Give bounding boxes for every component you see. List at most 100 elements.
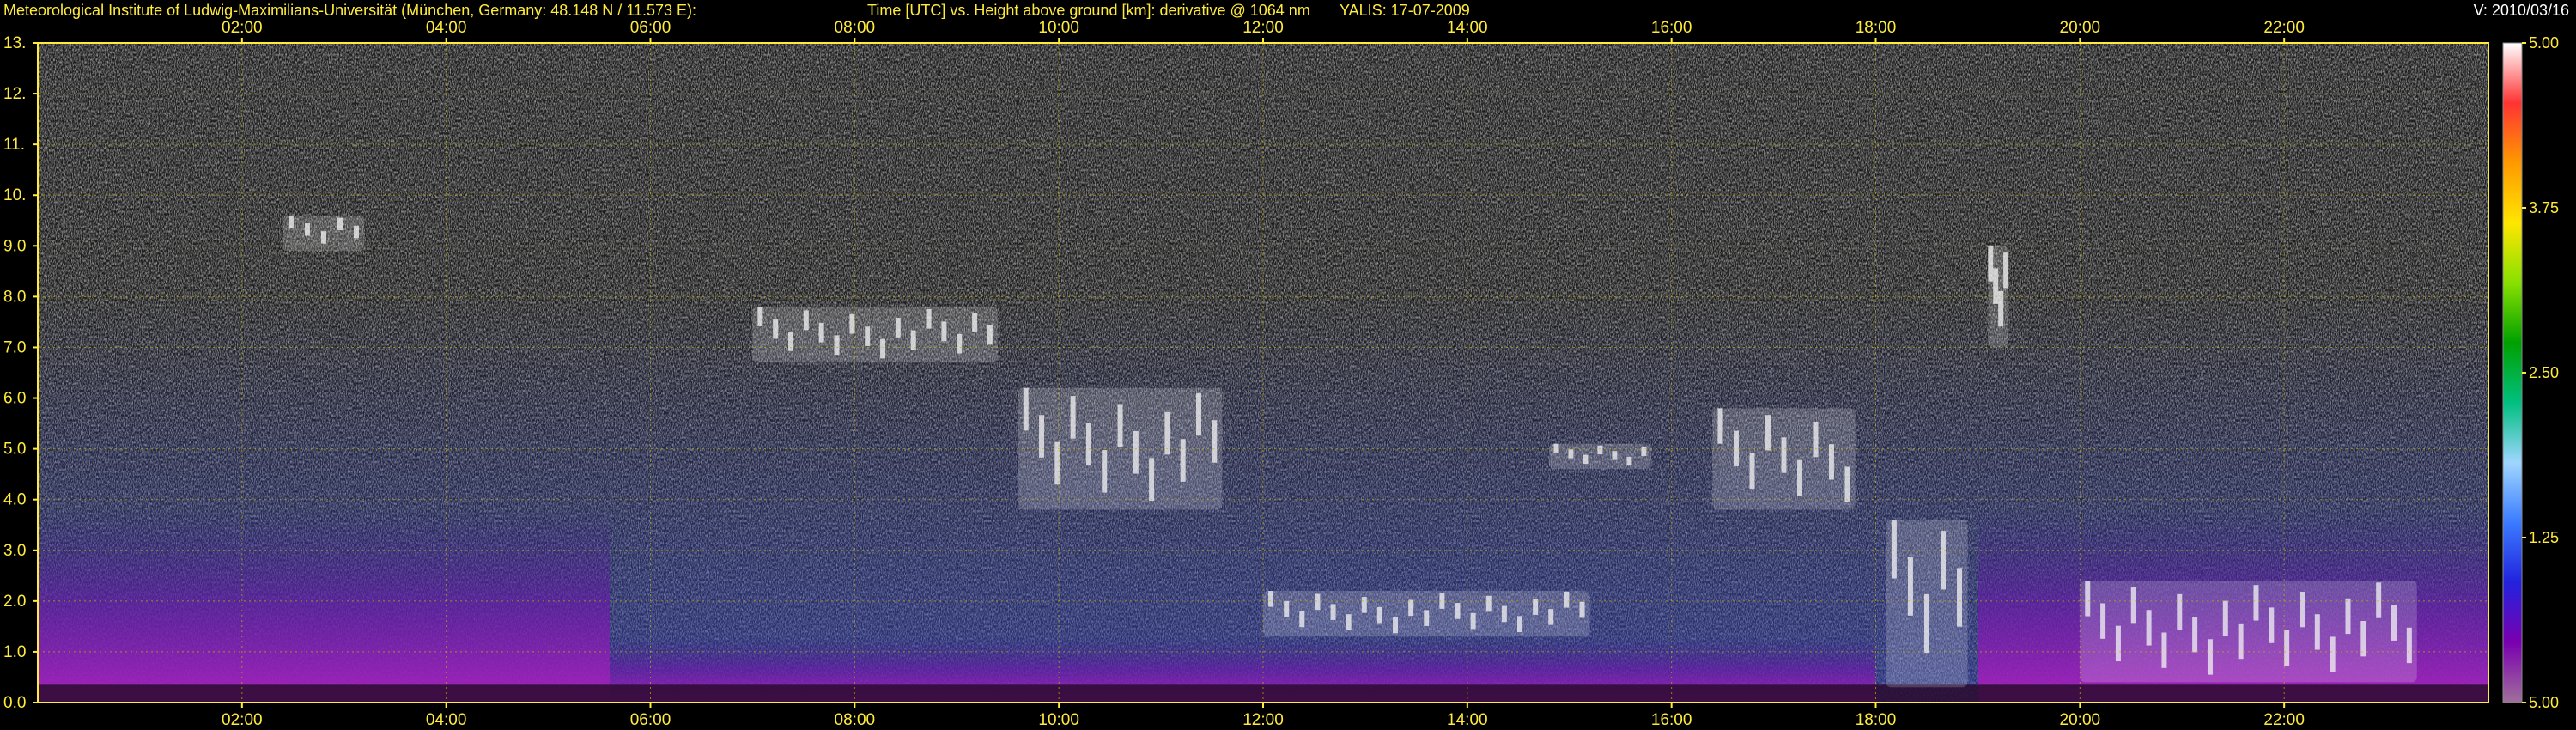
cloud-feature-8 [2080,581,2417,683]
cloud-streak [788,332,794,351]
cloud-streak [2376,582,2382,618]
cloud-streak [895,318,901,338]
cloud-streak [1299,611,1305,628]
cloud-streak [2130,587,2136,624]
y-tick-label: 4.0 [3,491,26,509]
cloud-streak [2207,639,2213,675]
cloud-feature-1 [752,307,998,363]
cloud-streak [1548,609,1554,625]
cloud-streak [1597,445,1603,454]
cloud-streak [1212,420,1218,463]
cloud-region-8 [2080,581,2417,683]
cloud-streak [910,330,916,350]
cloud-streak [941,321,947,342]
x-tick-label-bottom: 20:00 [2060,711,2101,729]
cloud-streak [1796,459,1802,496]
cloud-streak [1828,444,1834,480]
cloud-streak [757,307,763,326]
cloud-streak [1957,568,1963,627]
y-tick-label: 12. [3,85,26,103]
cloud-streak [1284,600,1290,617]
y-tick-label: 3.0 [3,542,26,560]
cloud-streak [1180,439,1186,482]
cloud-streak [2177,593,2183,630]
y-tick-label: 13. [3,34,26,52]
x-tick-label-bottom: 10:00 [1038,711,1079,729]
y-tick-label: 10. [3,186,26,204]
cloud-streak [865,326,871,346]
cloud-streak [1749,453,1755,490]
x-tick-label-top: 20:00 [2060,19,2101,37]
cloud-streak [1376,606,1382,624]
x-tick-label-top: 02:00 [222,19,263,37]
cloud-streak [1583,454,1589,465]
cloud-streak [320,231,326,244]
cloud-streak [1891,520,1897,579]
x-tick-label-top: 08:00 [835,19,876,37]
colorbar-tick-label: 2.50 [2529,364,2559,381]
cloud-streak [1085,423,1091,466]
colorbar: 5.00 3.75 2.50 1.25 5.00 [2502,34,2559,711]
cloud-streak [1268,591,1274,607]
cloud-streak [1070,396,1076,439]
cloud-streak [1102,450,1108,493]
cloud-streak [1470,612,1476,630]
cloud-streak [1553,443,1559,453]
y-tick-label: 6.0 [3,390,26,408]
cloud-streak [2299,591,2305,628]
cloud-streak [1765,415,1771,451]
cloud-feature-5 [1712,408,1856,510]
cloud-feature-3 [1263,591,1590,637]
cloud-streak [834,335,840,356]
cloud-streak [2406,627,2412,664]
x-tick-label-top: 06:00 [630,19,671,37]
cloud-streak [849,313,855,334]
y-tick-label: 7.0 [3,338,26,356]
cloud-streak [1117,404,1123,447]
cloud-feature-4 [1548,443,1651,470]
colorbar-gradient [2502,42,2523,703]
cloud-streak [2115,625,2121,662]
x-tick-label-bottom: 06:00 [630,711,671,729]
y-tick-label: 8.0 [3,288,26,306]
cloud-streak [1315,593,1321,611]
cloud-streak [1133,430,1139,474]
cloud-streak [1568,449,1574,459]
colorbar-tick-label: 3.75 [2529,199,2559,216]
cloud-feature-6 [1886,520,1968,688]
cloud-streak [1485,595,1492,612]
cloud-streak [288,215,294,228]
x-tick-label-bottom: 22:00 [2263,711,2305,729]
cloud-streak [2345,598,2351,635]
y-tick-label: 5.0 [3,441,26,459]
cloud-streak [1149,458,1155,502]
cloud-streak [1626,456,1632,466]
y-tick-label: 11. [3,136,25,154]
cloud-streak [2161,632,2167,668]
cloud-streak [1612,451,1618,460]
colorbar-tick-label: 1.25 [2529,529,2559,546]
cloud-streak [2284,630,2290,666]
cloud-streak [1501,605,1507,623]
x-axis-bottom: 02:00 04:00 06:00 08:00 10:00 12:00 14:00 16:00… [222,703,2305,729]
cloud-streak [1330,604,1336,620]
x-tick-label-bottom: 14:00 [1447,711,1488,729]
cloud-streak [957,333,963,354]
cloud-streak [773,319,779,339]
cloud-streak [2222,600,2228,636]
cloud-streak [803,310,809,331]
cloud-streak [880,338,886,359]
cloud-streak [2391,605,2397,641]
y-tick-label: 1.0 [3,643,26,661]
y-tick-label: 2.0 [3,593,26,611]
cloud-streak [1361,597,1367,613]
cloud-streak [1455,603,1461,619]
cloud-streak [2192,617,2198,653]
y-axis: 0.0 1.0 2.0 3.0 4.0 5.0 6.0 7.0 8.0 9.0 10. 11. 12. 1… [3,34,38,712]
cloud-streak [987,325,993,345]
boundary-layer-0 [38,509,610,703]
y-tick-label: 0.0 [3,694,26,712]
cloud-streak [1940,531,1946,590]
cloud-streak [818,322,824,343]
lidar-chart: 02:00 04:00 06:00 08:00 10:00 12:00 14:00 16:00… [3,19,2559,729]
